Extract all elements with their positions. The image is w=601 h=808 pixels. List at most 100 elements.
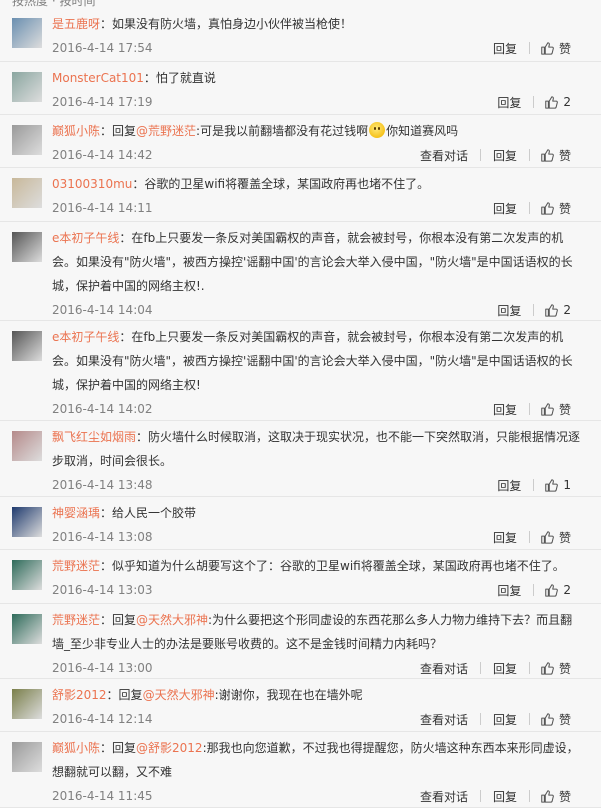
- username-link[interactable]: 神婴涵瑀: [52, 506, 100, 520]
- like-button[interactable]: 2: [544, 95, 571, 109]
- comment-actions: 回复 赞: [481, 197, 571, 219]
- username-link[interactable]: 荒野迷茫: [52, 559, 100, 573]
- reply-link[interactable]: 回复: [493, 40, 517, 57]
- timestamp: 2016-4-14 14:42: [52, 148, 153, 162]
- username-link[interactable]: 是五鹿呀: [52, 17, 100, 31]
- username-link[interactable]: MonsterCat101: [52, 71, 144, 85]
- username-link[interactable]: 巅狐小陈: [52, 741, 100, 755]
- avatar[interactable]: [12, 689, 42, 719]
- view-conversation-link[interactable]: 查看对话: [420, 788, 468, 805]
- username-link[interactable]: 巅狐小陈: [52, 124, 100, 138]
- view-conversation-link[interactable]: 查看对话: [420, 660, 468, 677]
- comment-actions: 回复 2: [485, 299, 571, 321]
- like-count: 赞: [558, 712, 571, 727]
- avatar[interactable]: [12, 431, 42, 461]
- avatar[interactable]: [12, 72, 42, 102]
- divider: [479, 713, 481, 725]
- username-link[interactable]: 荒野迷茫: [52, 613, 100, 627]
- username-link[interactable]: e本初子午线: [52, 330, 119, 344]
- comment-body: ：在fb上只要发一条反对美国霸权的声音，就会被封号，你根本没有第二次发声的机会。…: [52, 330, 573, 392]
- mention-link[interactable]: @天然大邪神: [136, 613, 208, 627]
- like-button[interactable]: 赞: [540, 147, 571, 164]
- comment-text: MonsterCat101：怕了就直说: [52, 66, 582, 90]
- comment-item: 荒野迷茫：似乎知道为什么胡要写这个了：谷歌的卫星wifi将覆盖全球，某国政府再也…: [0, 550, 601, 604]
- comment-body-cont: 你知道赛风吗: [386, 124, 459, 138]
- avatar[interactable]: [12, 125, 42, 155]
- comment-item: 飘飞红尘如烟雨：防火墙什么时候取消，这取决于现实状况，也不能一下突然取消，只能根…: [0, 421, 601, 497]
- avatar[interactable]: [12, 742, 42, 772]
- username-link[interactable]: 飘飞红尘如烟雨: [52, 430, 136, 444]
- reply-link[interactable]: 回复: [493, 401, 517, 418]
- comment-body: ：似乎知道为什么胡要写这个了：谷歌的卫星wifi将覆盖全球，某国政府再也堵不住了…: [100, 559, 565, 573]
- reply-link[interactable]: 回复: [497, 582, 521, 599]
- avatar[interactable]: [12, 507, 42, 537]
- comment-actions: 查看对话 回复 赞: [408, 785, 571, 807]
- divider: [528, 531, 530, 543]
- avatar[interactable]: [12, 560, 42, 590]
- reply-link[interactable]: 回复: [493, 788, 517, 805]
- like-count: 2: [563, 95, 571, 109]
- avatar[interactable]: [12, 232, 42, 262]
- like-button[interactable]: 1: [544, 478, 571, 492]
- mention-link[interactable]: @荒野迷茫: [136, 124, 196, 138]
- reply-link[interactable]: 回复: [497, 94, 521, 111]
- username-link[interactable]: e本初子午线: [52, 231, 119, 245]
- thumb-up-icon: [545, 304, 559, 317]
- avatar[interactable]: [12, 178, 42, 208]
- like-button[interactable]: 2: [544, 303, 571, 317]
- view-conversation-link[interactable]: 查看对话: [420, 711, 468, 728]
- timestamp: 2016-4-14 12:14: [52, 712, 153, 726]
- like-button[interactable]: 赞: [540, 200, 571, 217]
- reply-link[interactable]: 回复: [493, 711, 517, 728]
- avatar[interactable]: [12, 18, 42, 48]
- like-button[interactable]: 赞: [540, 529, 571, 546]
- mention-link[interactable]: @舒影2012: [136, 741, 203, 755]
- avatar[interactable]: [12, 614, 42, 644]
- like-button[interactable]: 2: [544, 583, 571, 597]
- thumb-up-icon: [541, 202, 554, 215]
- like-button[interactable]: 赞: [540, 711, 571, 728]
- like-count: 赞: [558, 530, 571, 545]
- view-conversation-link[interactable]: 查看对话: [420, 147, 468, 164]
- reply-prefix: ：回复: [100, 613, 137, 627]
- comment-text: 巅狐小陈：回复@舒影2012:那我也向您道歉，不过我也得提醒您，防火墙这种东西本…: [52, 736, 582, 784]
- like-button[interactable]: 赞: [540, 788, 571, 805]
- comment-item: 巅狐小陈：回复@舒影2012:那我也向您道歉，不过我也得提醒您，防火墙这种东西本…: [0, 732, 601, 808]
- comment-text: 舒影2012：回复@天然大邪神:谢谢你，我现在也在墙外呢: [52, 683, 582, 707]
- like-count: 赞: [558, 148, 571, 163]
- divider: [479, 790, 481, 802]
- reply-link[interactable]: 回复: [493, 529, 517, 546]
- comment-text: 是五鹿呀：如果没有防火墙，真怕身边小伙伴被当枪使！: [52, 12, 582, 36]
- comment-item: e本初子午线：在fb上只要发一条反对美国霸权的声音，就会被封号，你根本没有第二次…: [0, 222, 601, 321]
- comment-actions: 回复 1: [485, 474, 571, 496]
- thumb-up-icon: [541, 531, 554, 544]
- reply-link[interactable]: 回复: [497, 302, 521, 319]
- avatar[interactable]: [12, 331, 42, 361]
- comment-actions: 查看对话 回复 赞: [408, 144, 571, 166]
- comment-text: 神婴涵瑀：给人民一个胶带: [52, 501, 582, 525]
- reply-link[interactable]: 回复: [493, 200, 517, 217]
- divider: [479, 662, 481, 674]
- thumb-up-icon: [541, 42, 554, 55]
- comment-body: :谢谢你，我现在也在墙外呢: [214, 688, 363, 702]
- like-count: 2: [563, 303, 571, 317]
- divider: [533, 304, 535, 316]
- reply-link[interactable]: 回复: [493, 147, 517, 164]
- divider: [533, 584, 535, 596]
- divider: [528, 202, 530, 214]
- timestamp: 2016-4-14 14:02: [52, 402, 153, 416]
- thumb-up-icon: [541, 713, 554, 726]
- username-link[interactable]: 03100310mu: [52, 177, 132, 191]
- like-button[interactable]: 赞: [540, 660, 571, 677]
- username-link[interactable]: 舒影2012: [52, 688, 107, 702]
- reply-link[interactable]: 回复: [493, 660, 517, 677]
- thumb-up-icon: [541, 662, 554, 675]
- like-count: 赞: [558, 402, 571, 417]
- reply-link[interactable]: 回复: [497, 477, 521, 494]
- like-button[interactable]: 赞: [540, 401, 571, 418]
- like-button[interactable]: 赞: [540, 40, 571, 57]
- mention-link[interactable]: @天然大邪神: [143, 688, 215, 702]
- comment-body: ：谷歌的卫星wifi将覆盖全球，某国政府再也堵不住了。: [132, 177, 430, 191]
- like-count: 赞: [558, 789, 571, 804]
- reply-prefix: ：回复: [106, 688, 143, 702]
